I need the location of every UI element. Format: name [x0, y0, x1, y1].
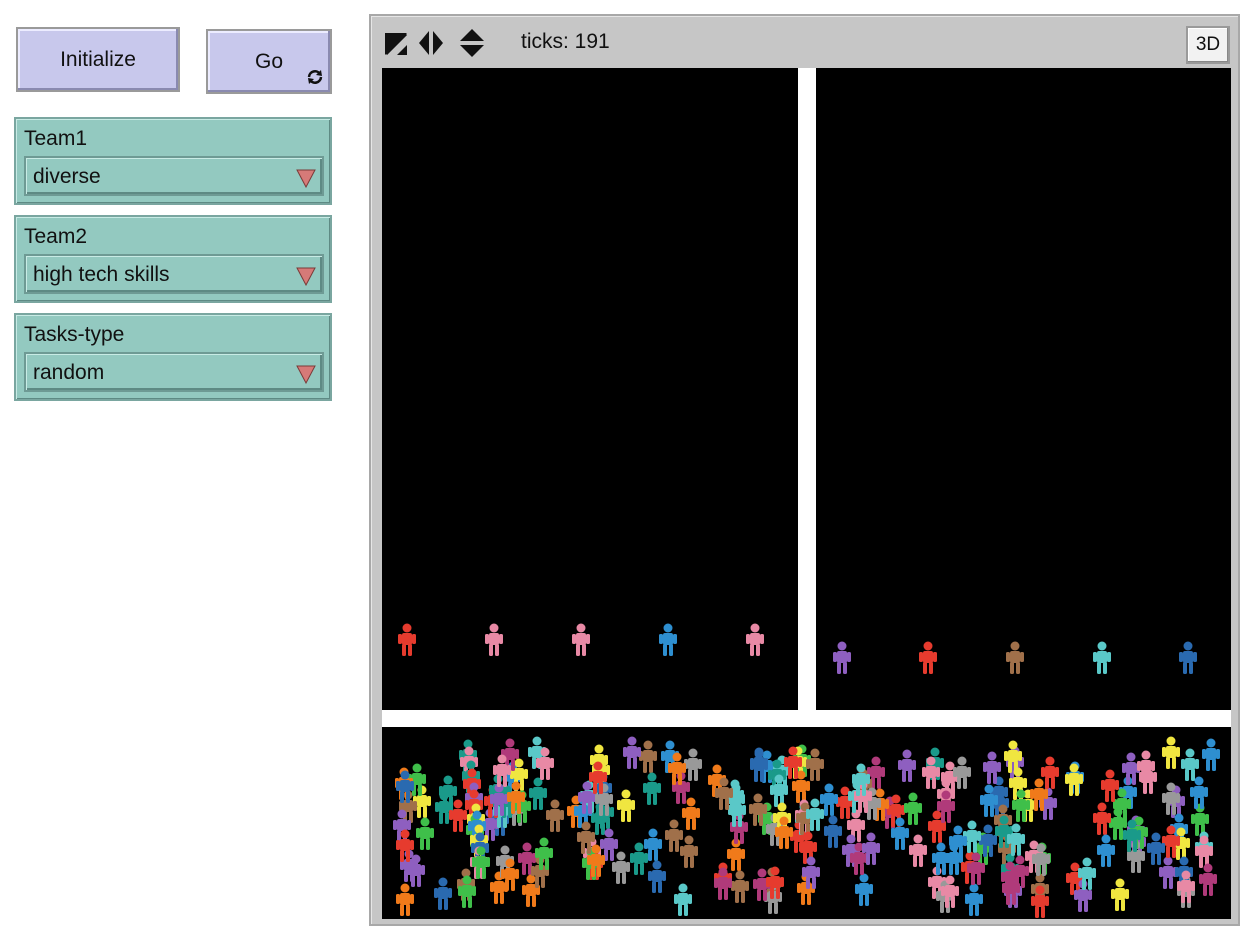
horizontal-divider — [382, 710, 1231, 727]
forever-icon — [307, 70, 323, 84]
team2-chooser: Team2 high tech skills — [14, 215, 332, 303]
ticks-counter: ticks: 191 — [521, 30, 610, 53]
go-button[interactable]: Go — [206, 29, 332, 94]
team1-label: Team1 — [24, 127, 88, 150]
resize-horizontal-icon[interactable] — [418, 28, 444, 58]
dropdown-arrow-icon — [296, 267, 316, 286]
team1-value: diverse — [33, 165, 101, 188]
team1-dropdown[interactable]: diverse — [24, 156, 324, 196]
tasks-type-value: random — [33, 361, 105, 384]
3d-view-button-label: 3D — [1195, 34, 1221, 55]
3d-view-button[interactable]: 3D — [1186, 26, 1230, 64]
world-canvas[interactable] — [382, 68, 1231, 919]
resize-diagonal-icon[interactable] — [383, 28, 409, 58]
team2-dropdown[interactable]: high tech skills — [24, 254, 324, 294]
initialize-button[interactable]: Initialize — [16, 27, 180, 92]
go-button-label: Go — [254, 49, 283, 73]
tasks-type-chooser: Tasks-type random — [14, 313, 332, 401]
team2-value: high tech skills — [33, 263, 170, 286]
world-view-panel: ticks: 191 3D — [369, 14, 1240, 926]
vertical-divider — [798, 68, 816, 710]
world-svg — [382, 68, 1231, 919]
team1-chooser: Team1 diverse — [14, 117, 332, 205]
tasks-type-dropdown[interactable]: random — [24, 352, 324, 392]
dropdown-arrow-icon — [296, 169, 316, 188]
dropdown-arrow-icon — [296, 365, 316, 384]
tasks-type-label: Tasks-type — [24, 323, 125, 346]
team2-label: Team2 — [24, 225, 88, 248]
view-toolbar: ticks: 191 3D — [371, 16, 1238, 68]
initialize-button-label: Initialize — [60, 47, 136, 71]
resize-vertical-icon[interactable] — [459, 28, 485, 58]
